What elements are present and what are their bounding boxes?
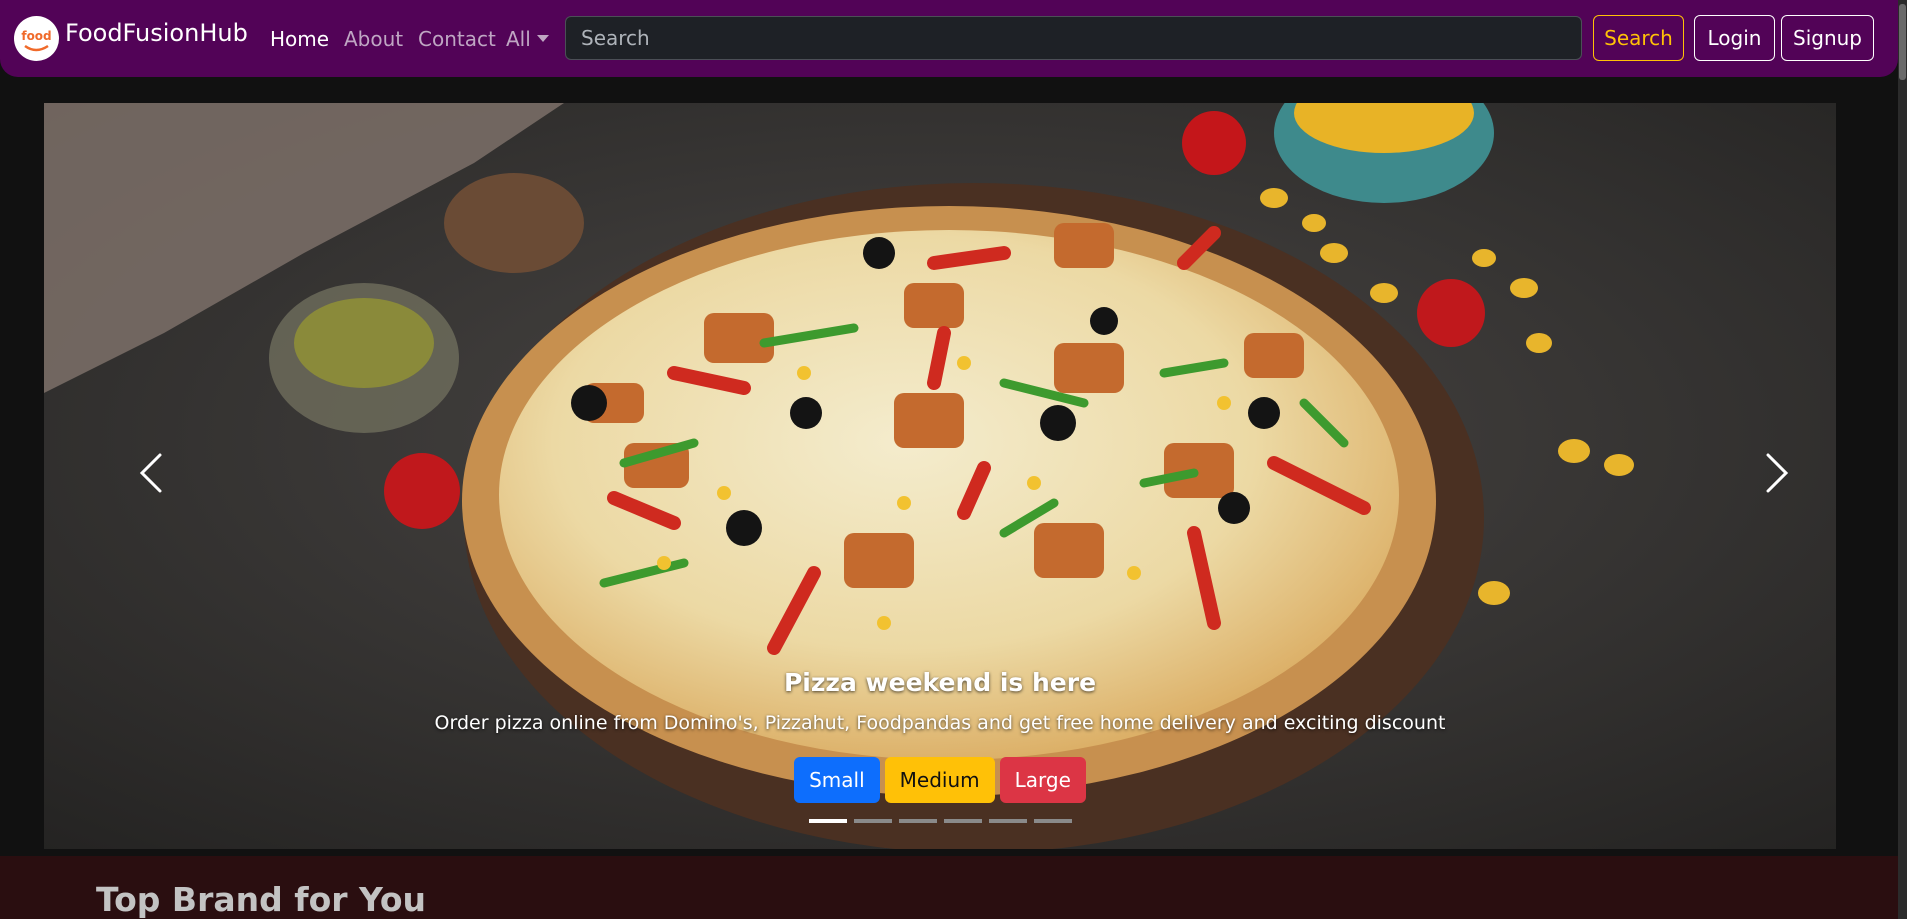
size-small-button[interactable]: Small — [794, 757, 880, 803]
svg-text:food: food — [21, 29, 51, 43]
category-dropdown[interactable]: All — [506, 27, 549, 51]
carousel-indicator-6[interactable] — [1033, 819, 1072, 823]
search-button[interactable]: Search — [1593, 15, 1684, 61]
dropdown-label: All — [506, 27, 531, 51]
size-button-group: Small Medium Large — [44, 757, 1836, 803]
scrollbar-thumb[interactable] — [1899, 4, 1906, 80]
size-large-button[interactable]: Large — [999, 757, 1086, 803]
pizza-image — [44, 103, 1836, 849]
nav-link-contact[interactable]: Contact — [418, 27, 496, 51]
carousel-indicators — [44, 819, 1836, 823]
navbar: food FoodFusionHub Home About Contact Al… — [0, 0, 1898, 77]
carousel-caption-title: Pizza weekend is here — [783, 668, 1097, 697]
carousel-indicator-4[interactable] — [943, 819, 982, 823]
chevron-right-icon[interactable] — [1744, 443, 1804, 503]
caret-down-icon — [536, 35, 549, 42]
carousel-indicator-3[interactable] — [898, 819, 937, 823]
carousel-indicator-2[interactable] — [853, 819, 892, 823]
page-scrollbar[interactable] — [1898, 0, 1907, 919]
section-heading: Top Brand for You — [96, 880, 427, 919]
brand-name[interactable]: FoodFusionHub — [65, 19, 248, 47]
size-medium-button[interactable]: Medium — [884, 757, 995, 803]
login-button[interactable]: Login — [1694, 15, 1775, 61]
search-input[interactable]: Search — [565, 16, 1582, 60]
nav-link-home[interactable]: Home — [270, 27, 329, 51]
carousel-caption-text: Order pizza online from Domino's, Pizzah… — [434, 712, 1446, 734]
carousel-indicator-5[interactable] — [988, 819, 1027, 823]
chevron-left-icon[interactable] — [124, 443, 184, 503]
brand-logo[interactable]: food — [14, 16, 59, 61]
food-logo-icon: food — [14, 16, 59, 61]
nav-link-about[interactable]: About — [344, 27, 403, 51]
carousel-indicator-1[interactable] — [808, 819, 847, 823]
signup-button[interactable]: Signup — [1781, 15, 1874, 61]
top-brand-section: Top Brand for You — [0, 856, 1898, 919]
hero-carousel: Pizza weekend is here Order pizza online… — [44, 103, 1836, 849]
